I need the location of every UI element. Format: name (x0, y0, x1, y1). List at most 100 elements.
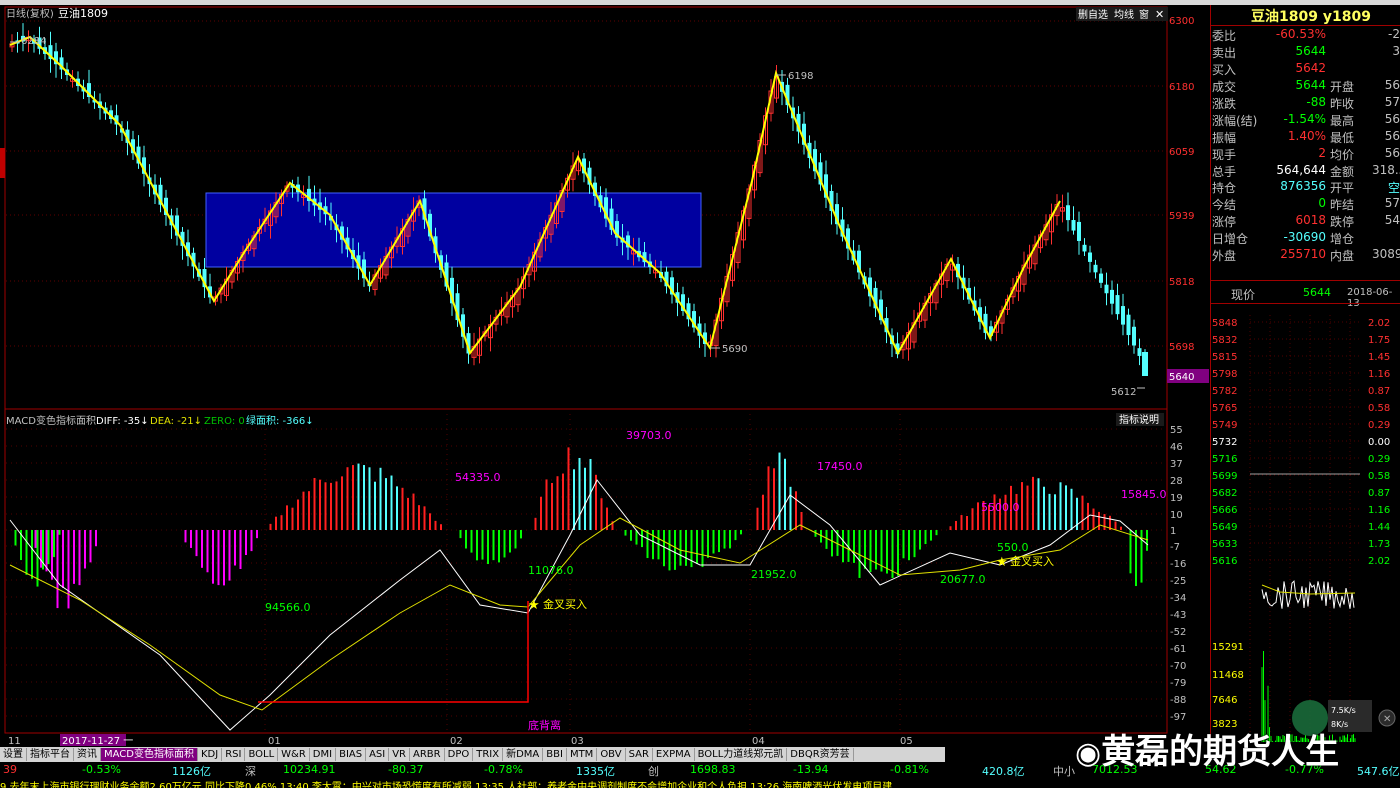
area-label: 54335.0 (455, 471, 501, 484)
main-chart-area[interactable]: 日线(复权) 豆油1809 删自选 均线 窗 ✕ 6300 6180 6059 … (0, 5, 1210, 747)
divergence-label: 底背离 (528, 718, 561, 732)
quote-row: 涨幅(结) -1.54% 最高 56 (1212, 112, 1400, 128)
indicator-tab[interactable]: 新DMA (503, 748, 544, 761)
indicator-tab[interactable]: VR (389, 748, 411, 761)
indicator-tab[interactable]: DBQR资芳芸 (787, 748, 854, 761)
svg-text:0.29: 0.29 (1368, 454, 1390, 465)
price-tick: 5939 (1169, 211, 1194, 222)
golden-cross-label: 金叉买入 (1010, 554, 1054, 568)
price-tick: 5698 (1169, 342, 1194, 353)
low-right-label: 5612 (1111, 387, 1136, 398)
indicator-tab[interactable]: W&R (278, 748, 310, 761)
news-ticker[interactable]: 9 去年末上海市银行理财业务余额2.60万亿元 同比下降0.46% 13:40 … (0, 778, 1400, 788)
price-tick: 6059 (1169, 147, 1194, 158)
indicator-tab[interactable]: BBI (543, 748, 567, 761)
indicator-tab[interactable]: MACD变色指标面积 (101, 748, 198, 761)
high-mid-label: 6198 (788, 71, 813, 82)
date-cursor-box: 2017-11-27 一 (62, 736, 133, 747)
svg-text:5633: 5633 (1212, 539, 1237, 550)
svg-text:15291: 15291 (1212, 642, 1244, 653)
macd-tick: -79 (1170, 678, 1186, 689)
window-button[interactable]: 窗 (1139, 8, 1149, 21)
macd-zero: ZERO: 0 (204, 416, 245, 427)
close-icon[interactable]: ✕ (1155, 8, 1164, 21)
quote-row: 委比 -60.53% -2 (1212, 27, 1400, 43)
svg-text:2.02: 2.02 (1368, 318, 1390, 329)
area-label: 94566.0 (265, 601, 311, 614)
quote-row: 今结 0 昨结 57 (1212, 196, 1400, 212)
macd-tick: 1 (1170, 526, 1176, 537)
indicator-tab[interactable]: RSI (222, 748, 246, 761)
indicator-tab[interactable]: KDJ (198, 748, 223, 761)
indicator-tab[interactable]: DPO (445, 748, 474, 761)
indicator-tab[interactable]: SAR (626, 748, 653, 761)
macd-tick: -16 (1170, 559, 1186, 570)
svg-text:1.16: 1.16 (1368, 505, 1390, 516)
area-label: 550.0 (997, 541, 1029, 554)
macd-name: MACD变色指标面积 (6, 414, 96, 427)
quote-row: 卖出 5644 3 (1212, 44, 1400, 60)
macd-tick: 46 (1170, 442, 1183, 453)
price-tick: 5818 (1169, 277, 1194, 288)
svg-text:1.75: 1.75 (1368, 335, 1390, 346)
svg-text:5798: 5798 (1212, 369, 1237, 380)
indicator-tab[interactable]: BOLL (245, 748, 279, 761)
area-label: 15845.0 (1121, 488, 1167, 501)
svg-text:0.58: 0.58 (1368, 471, 1390, 482)
indicator-tab[interactable]: OBV (597, 748, 626, 761)
svg-text:7646: 7646 (1212, 695, 1237, 706)
area-label: 21952.0 (751, 568, 797, 581)
area-label: 20677.0 (940, 573, 986, 586)
svg-text:5699: 5699 (1212, 471, 1237, 482)
svg-text:5649: 5649 (1212, 522, 1237, 533)
indicator-tab[interactable]: BIAS (336, 748, 367, 761)
price-tick: 6300 (1169, 16, 1194, 27)
svg-text:11468: 11468 (1212, 670, 1244, 681)
svg-text:0.87: 0.87 (1368, 386, 1390, 397)
indicator-tab[interactable]: DMI (310, 748, 337, 761)
indicator-tab[interactable]: MTM (567, 748, 598, 761)
svg-text:1.45: 1.45 (1368, 352, 1390, 363)
svg-text:0.00: 0.00 (1368, 437, 1390, 448)
close-icon[interactable]: ✕ (1383, 714, 1391, 725)
time-tick: 03 (571, 736, 584, 747)
svg-text:1.73: 1.73 (1368, 539, 1390, 550)
time-tick: 01 (268, 736, 281, 747)
macd-tick: 19 (1170, 493, 1183, 504)
indicator-tab[interactable]: TRIX (473, 748, 504, 761)
quote-row: 总手 564,644 金额 318.5 (1212, 163, 1400, 179)
indicator-tab[interactable]: 指标平台 (27, 748, 74, 761)
svg-text:5782: 5782 (1212, 386, 1237, 397)
watermark: ◉黄磊的期货人生 (1075, 732, 1340, 772)
indicator-tab[interactable]: BOLL力道线郑元凯 (695, 748, 788, 761)
intraday-mini-chart: 5848 5832 5815 5798 5782 5765 5749 5732 5716 5699… (1212, 315, 1396, 742)
net-up-speed: 7.5K/s (1331, 706, 1356, 715)
indicator-explain-button[interactable]: 指标说明 (1119, 413, 1159, 426)
quote-row: 日增仓 -30690 增仓 (1212, 230, 1355, 246)
divergence-line (258, 601, 529, 703)
indicator-tab[interactable]: ARBR (410, 748, 445, 761)
indicator-tab[interactable]: EXPMA (653, 748, 695, 761)
remove-favorite-button[interactable]: 删自选 (1078, 8, 1108, 21)
macd-tick: 37 (1170, 459, 1183, 470)
star-icon: ★ (528, 598, 540, 613)
golden-cross-label: 金叉买入 (543, 597, 587, 611)
quote-row: 涨停 6018 跌停 54 (1212, 213, 1400, 229)
area-label: 11076.0 (528, 564, 574, 577)
area-label: 17450.0 (817, 460, 863, 473)
time-tick: 02 (450, 736, 463, 747)
svg-text:1.44: 1.44 (1368, 522, 1390, 533)
chart-mode: 日线(复权) (6, 7, 54, 20)
indicator-tab[interactable]: 资讯 (74, 748, 101, 761)
svg-text:0.87: 0.87 (1368, 488, 1390, 499)
price-tick: 6180 (1169, 82, 1194, 93)
svg-text:5682: 5682 (1212, 488, 1237, 499)
ma-button[interactable]: 均线 (1114, 8, 1134, 21)
indicator-tab[interactable]: ASI (366, 748, 390, 761)
indicator-tab[interactable]: 设置 (0, 748, 27, 761)
quote-row: 持仓 876356 开平 空 (1212, 179, 1400, 195)
area-label: 5500.0 (981, 501, 1020, 514)
svg-text:0.29: 0.29 (1368, 420, 1390, 431)
macd-tick: 10 (1170, 510, 1183, 521)
macd-tick: -43 (1170, 610, 1186, 621)
